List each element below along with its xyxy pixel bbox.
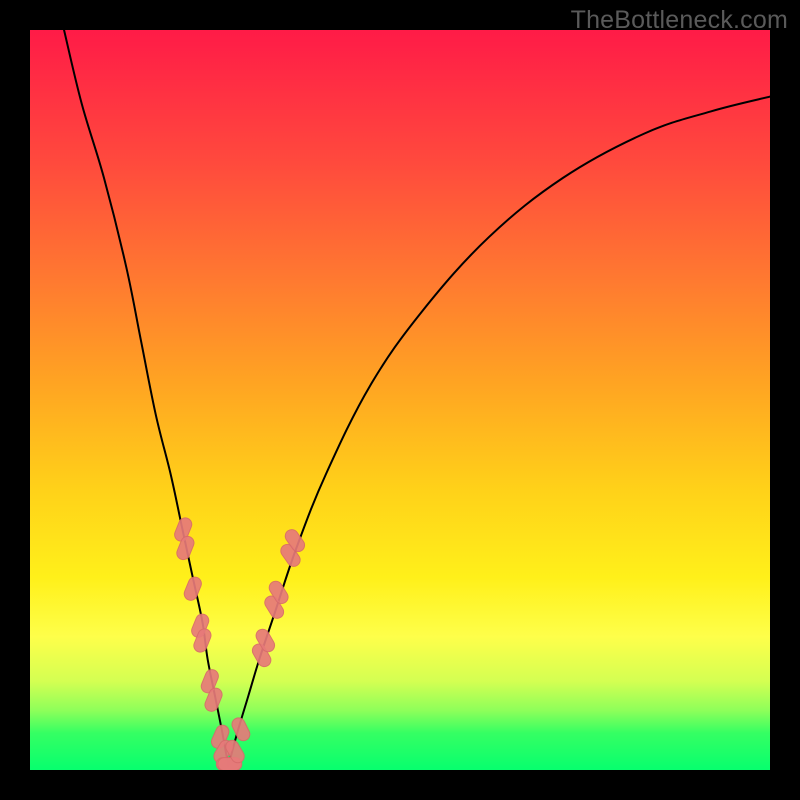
marker-cluster: [173, 516, 307, 770]
plot-area: [30, 30, 770, 770]
marker-capsule: [182, 575, 203, 602]
chart-frame: TheBottleneck.com: [0, 0, 800, 800]
curve-layer: [30, 30, 770, 770]
curve-right-branch: [228, 97, 770, 767]
bottleneck-curve: [64, 30, 770, 766]
marker-capsule: [230, 716, 252, 743]
curve-left-branch: [64, 30, 228, 766]
